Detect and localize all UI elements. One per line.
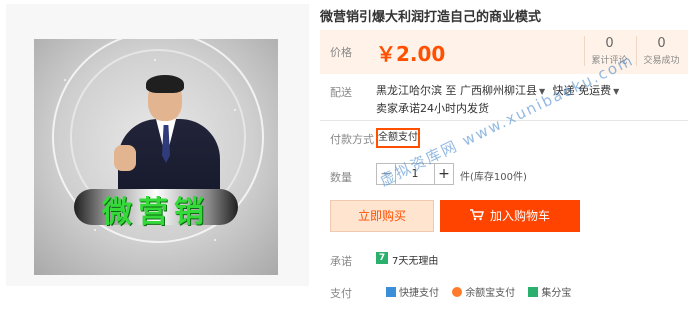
quantity-decrease-button[interactable]: − — [376, 163, 396, 185]
ship-to-word: 至 — [445, 84, 457, 97]
buy-now-button[interactable]: 立即购买 — [330, 200, 434, 232]
product-image-frame: 微营销 — [6, 4, 309, 286]
chevron-down-icon[interactable]: ▼ — [539, 87, 545, 96]
hair — [146, 75, 184, 93]
thumbs-up-hand — [114, 145, 136, 171]
payment-label: 付款方式 — [330, 133, 374, 146]
pay-method-quick: 快捷支付 — [399, 288, 439, 299]
review-count-label: 累计评论 — [591, 56, 628, 66]
product-image[interactable]: 微营销 — [34, 39, 278, 275]
product-title: 微营销引爆大利润打造自己的商业模式 — [320, 10, 542, 25]
sales-count-number: 0 — [657, 36, 666, 51]
add-to-cart-button[interactable]: 加入购物车 — [440, 200, 580, 232]
yuebao-icon — [452, 287, 463, 297]
payment-option-full[interactable]: 全额支付 — [376, 128, 420, 148]
shipping-promise-note: 卖家承诺24小时内发货 — [376, 102, 489, 115]
quantity-label: 数量 — [330, 171, 352, 184]
ship-from: 黑龙江哈尔滨 — [376, 84, 442, 97]
ship-destination[interactable]: 广西柳州柳江县 — [460, 84, 537, 97]
sparkle — [234, 109, 236, 111]
pay-methods-label: 支付 — [330, 287, 352, 300]
review-count-number: 0 — [605, 36, 614, 51]
sales-count-label: 交易成功 — [643, 56, 680, 66]
ship-method[interactable]: 快递 免运费 — [553, 84, 612, 97]
cart-icon — [469, 201, 484, 233]
price-value: ￥2.00 — [376, 42, 446, 66]
pay-method-yuebao: 余额宝支付 — [465, 288, 516, 299]
quick-pay-icon — [386, 287, 396, 297]
sparkle — [64, 79, 66, 81]
shipping-line: 黑龙江哈尔滨 至 广西柳州柳江县 ▼ 快递 免运费 ▼ — [376, 82, 623, 98]
review-count[interactable]: 0 累计评论 — [584, 36, 634, 66]
sales-count: 0 交易成功 — [636, 36, 686, 66]
quantity-increase-button[interactable]: + — [434, 163, 454, 185]
seven-day-return-text[interactable]: 7天无理由 — [392, 252, 438, 267]
sparkle — [154, 59, 156, 61]
chevron-down-icon[interactable]: ▼ — [613, 87, 619, 96]
quantity-input[interactable]: 1 — [396, 163, 434, 185]
sparkle — [214, 239, 216, 241]
promise-label: 承诺 — [330, 255, 352, 268]
jifenbao-icon — [528, 287, 539, 297]
price-label: 价格 — [330, 46, 352, 59]
divider — [320, 120, 688, 121]
image-logo-text: 微营销 — [102, 195, 210, 230]
seven-day-return-icon: 7 — [376, 252, 388, 264]
pay-method-jifenbao: 集分宝 — [541, 288, 572, 299]
price-box: 价格 ￥2.00 0 累计评论 0 交易成功 — [320, 30, 688, 74]
stock-text: 件(库存100件) — [460, 172, 527, 183]
sparkle — [94, 229, 96, 231]
shipping-label: 配送 — [330, 86, 352, 99]
pay-methods-row: 快捷支付 余额宝支付 集分宝 — [376, 284, 571, 299]
add-to-cart-label: 加入购物车 — [489, 209, 550, 223]
